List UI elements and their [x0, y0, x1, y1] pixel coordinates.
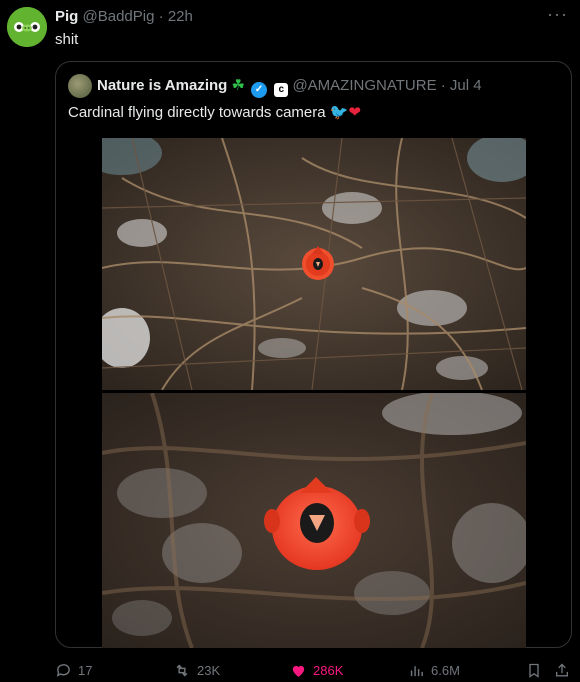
- post-text: shit: [55, 31, 79, 48]
- bird-emoji-icon: 🐦: [329, 104, 349, 121]
- more-icon[interactable]: ···: [547, 4, 568, 25]
- author-avatar[interactable]: [7, 7, 47, 47]
- affiliate-badge-icon: c: [274, 83, 289, 97]
- quoted-text-body: Cardinal flying directly towards camera: [68, 104, 326, 121]
- repost-count: 23K: [197, 663, 221, 678]
- bookmark-icon: [529, 663, 539, 678]
- heart-emoji-icon: ❤: [348, 104, 362, 121]
- views-button[interactable]: 6.6M: [408, 662, 460, 679]
- author-name[interactable]: Pig: [55, 8, 78, 25]
- verified-badge-icon: ✓: [251, 82, 268, 98]
- views-chart-icon: [410, 666, 423, 677]
- cardinal-video-frame-far[interactable]: [102, 138, 526, 390]
- share-button[interactable]: [554, 662, 570, 679]
- quoted-separator: ·: [440, 77, 446, 94]
- bookmark-button[interactable]: [526, 662, 542, 679]
- cardinal-near-image: [102, 393, 526, 648]
- views-count: 6.6M: [431, 663, 460, 678]
- post-time[interactable]: 22h: [168, 8, 193, 25]
- quoted-media[interactable]: [102, 138, 526, 648]
- quoted-author-handle[interactable]: @AMAZINGNATURE: [292, 77, 436, 94]
- author-handle[interactable]: @BaddPig: [83, 8, 155, 25]
- reply-icon: [56, 664, 70, 677]
- repost-icon: [176, 664, 188, 677]
- quoted-author-avatar[interactable]: [68, 74, 92, 98]
- header-separator: ·: [158, 8, 164, 25]
- quoted-header: Nature is Amazing ☘ ✓ c @AMAZINGNATURE ·…: [97, 76, 482, 98]
- quoted-text: Cardinal flying directly towards camera …: [68, 103, 361, 123]
- quoted-post[interactable]: Nature is Amazing ☘ ✓ c @AMAZINGNATURE ·…: [55, 61, 572, 648]
- clover-icon: ☘: [231, 77, 245, 94]
- post-actions: 17 23K 286K 6.6M: [55, 662, 572, 682]
- quoted-author-name[interactable]: Nature is Amazing: [97, 77, 227, 94]
- heart-filled-icon: [292, 665, 305, 677]
- repost-button[interactable]: 23K: [173, 662, 220, 679]
- cardinal-video-frame-near[interactable]: [102, 393, 526, 648]
- like-button[interactable]: 286K: [290, 662, 343, 679]
- post-header: Pig @BaddPig · 22h: [55, 8, 193, 26]
- reply-count: 17: [78, 663, 93, 678]
- reply-button[interactable]: 17: [55, 662, 92, 679]
- quoted-date[interactable]: Jul 4: [450, 77, 482, 94]
- pig-avatar-icon: [7, 7, 47, 47]
- cardinal-far-image: [102, 138, 526, 390]
- like-count: 286K: [313, 663, 344, 678]
- share-icon: [556, 663, 568, 677]
